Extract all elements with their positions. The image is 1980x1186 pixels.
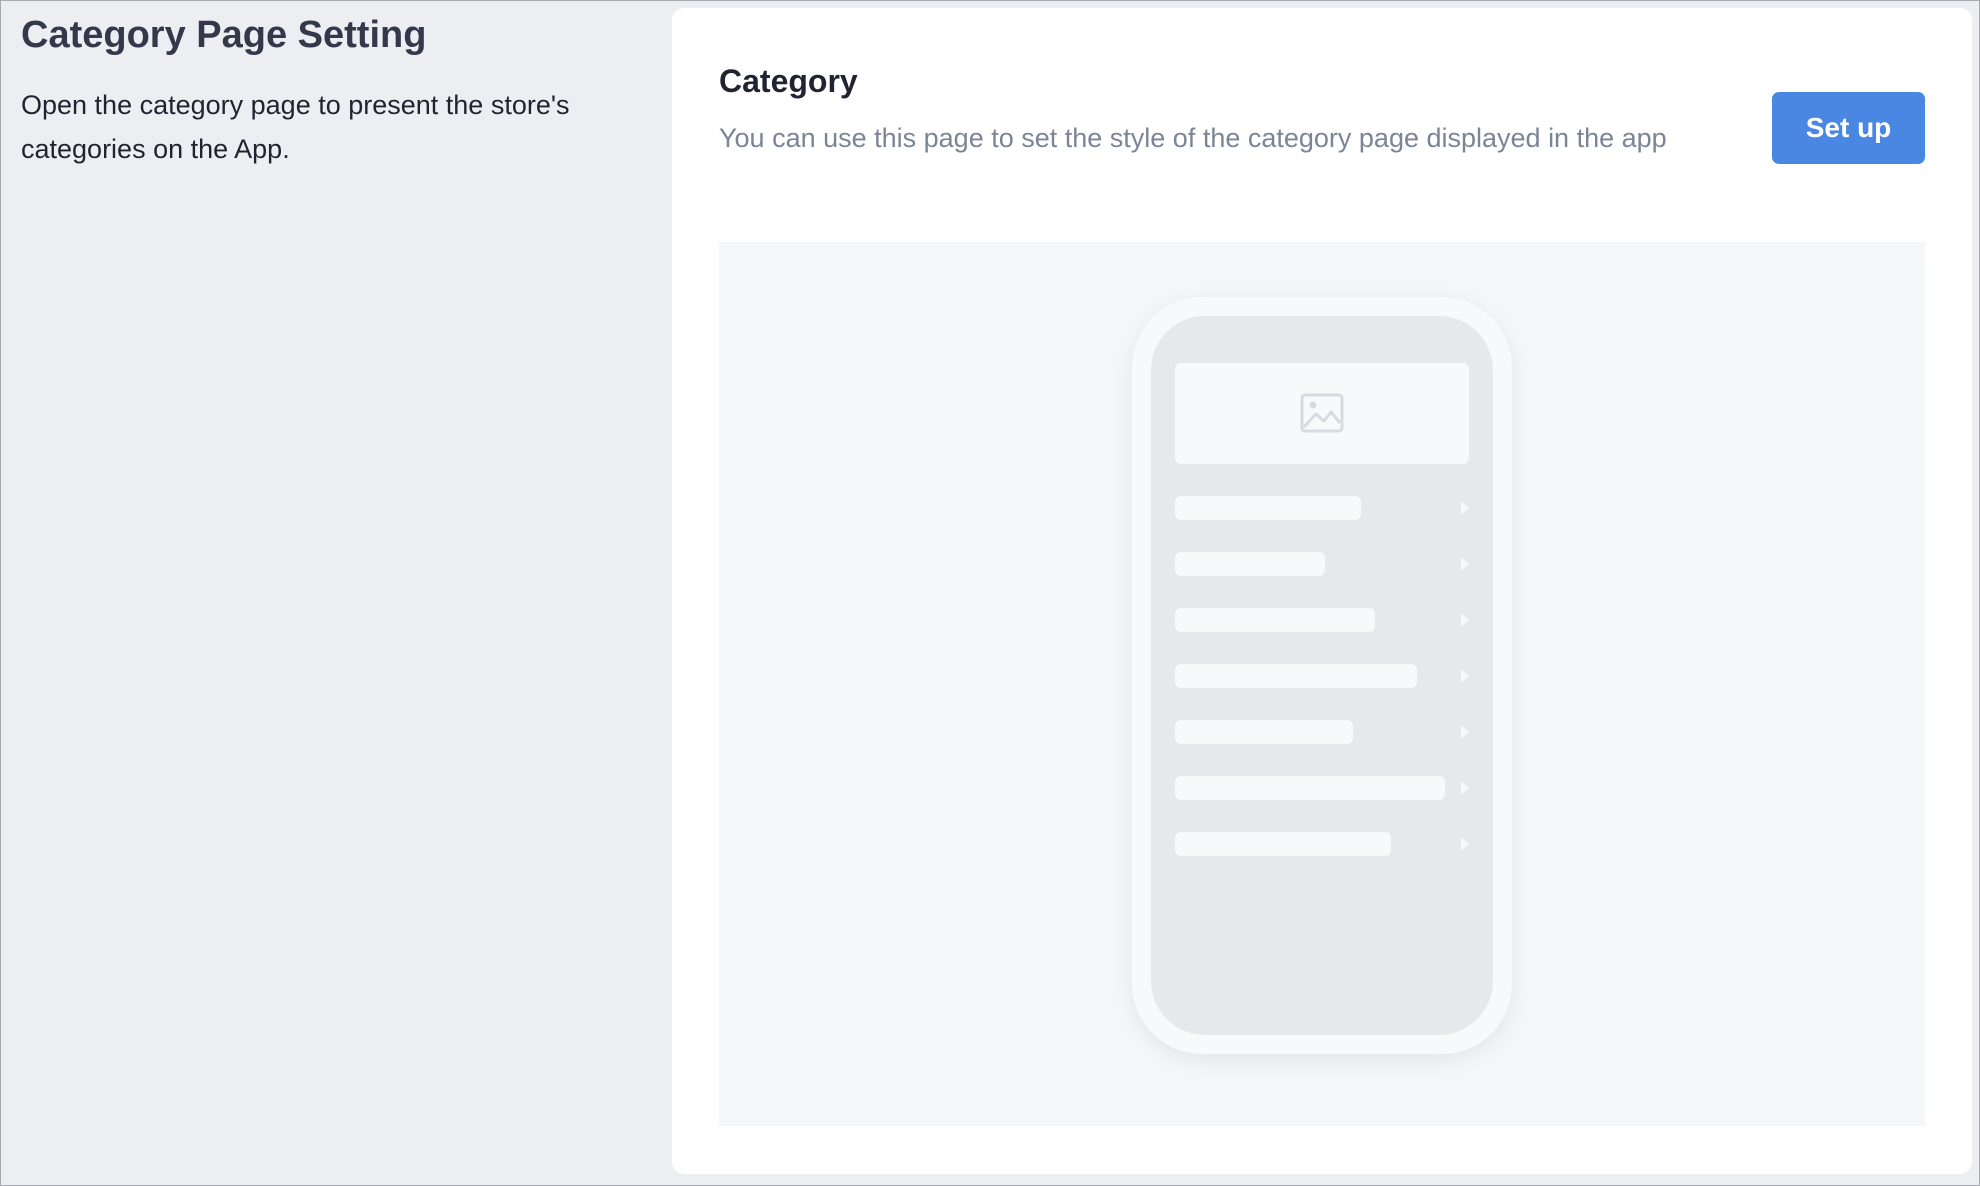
category-preview (719, 242, 1925, 1126)
chevron-right-icon (1461, 557, 1469, 571)
card-title: Category (719, 63, 858, 99)
phone-mockup (1132, 297, 1512, 1054)
category-label-placeholder (1175, 552, 1325, 576)
chevron-right-icon (1461, 669, 1469, 683)
card-description: You can use this page to set the style o… (719, 123, 1667, 153)
banner-placeholder (1175, 363, 1469, 464)
category-row (1175, 776, 1469, 800)
category-label-placeholder (1175, 720, 1353, 744)
phone-screen (1151, 316, 1493, 1035)
category-row (1175, 720, 1469, 744)
category-label-placeholder (1175, 776, 1445, 800)
category-row (1175, 552, 1469, 576)
category-label-placeholder (1175, 832, 1391, 856)
page-description: Open the category page to present the st… (21, 90, 570, 164)
chevron-right-icon (1461, 501, 1469, 515)
set-up-button[interactable]: Set up (1772, 92, 1925, 164)
card-header: Category You can use this page to set th… (719, 58, 1719, 158)
chevron-right-icon (1461, 725, 1469, 739)
image-placeholder-icon (1300, 393, 1344, 433)
category-row (1175, 664, 1469, 688)
page-title: Category Page Setting (21, 14, 427, 56)
chevron-right-icon (1461, 781, 1469, 795)
category-label-placeholder (1175, 664, 1417, 688)
category-row (1175, 832, 1469, 856)
category-row (1175, 608, 1469, 632)
chevron-right-icon (1461, 837, 1469, 851)
category-label-placeholder (1175, 496, 1361, 520)
category-card: Category You can use this page to set th… (672, 8, 1972, 1174)
page-frame: Category Page Setting Open the category … (0, 0, 1980, 1186)
chevron-right-icon (1461, 613, 1469, 627)
category-label-placeholder (1175, 608, 1375, 632)
category-row (1175, 496, 1469, 520)
section-intro: Category Page Setting Open the category … (21, 9, 641, 171)
